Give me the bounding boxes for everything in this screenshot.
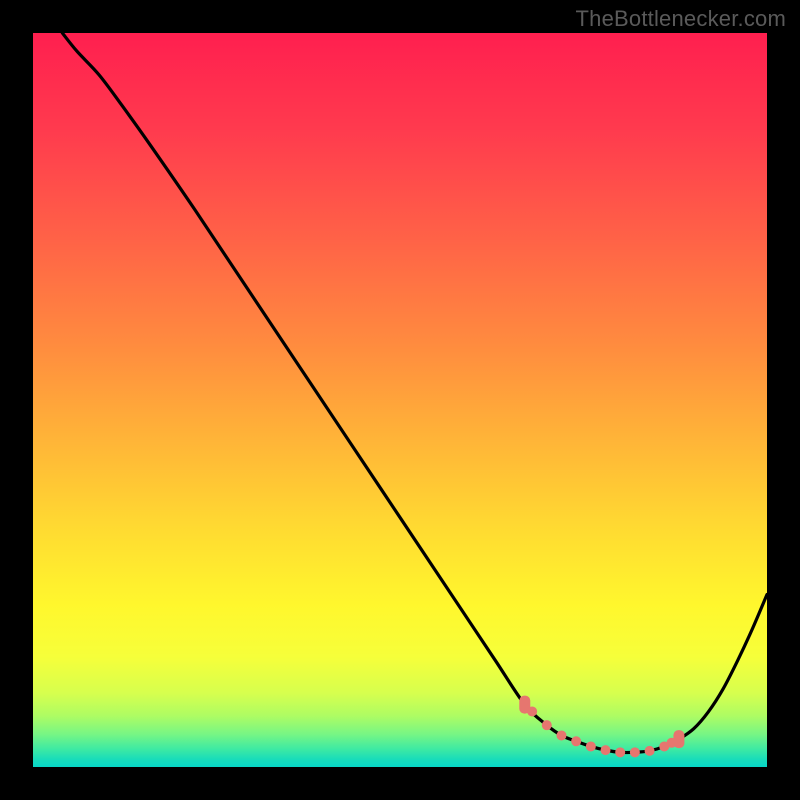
chart-frame: TheBottlenecker.com (0, 0, 800, 800)
gradient-background (33, 33, 767, 767)
chart-svg (33, 33, 767, 767)
attribution-text: TheBottlenecker.com (576, 6, 786, 32)
optimal-marker (601, 745, 611, 755)
optimal-marker (586, 741, 596, 751)
plot-area (33, 33, 767, 767)
optimal-marker (571, 736, 581, 746)
optimal-marker (527, 706, 537, 716)
optimal-marker (673, 730, 684, 748)
optimal-marker (630, 747, 640, 757)
optimal-marker (645, 746, 655, 756)
optimal-marker (615, 747, 625, 757)
optimal-marker (556, 730, 566, 740)
optimal-marker (542, 720, 552, 730)
